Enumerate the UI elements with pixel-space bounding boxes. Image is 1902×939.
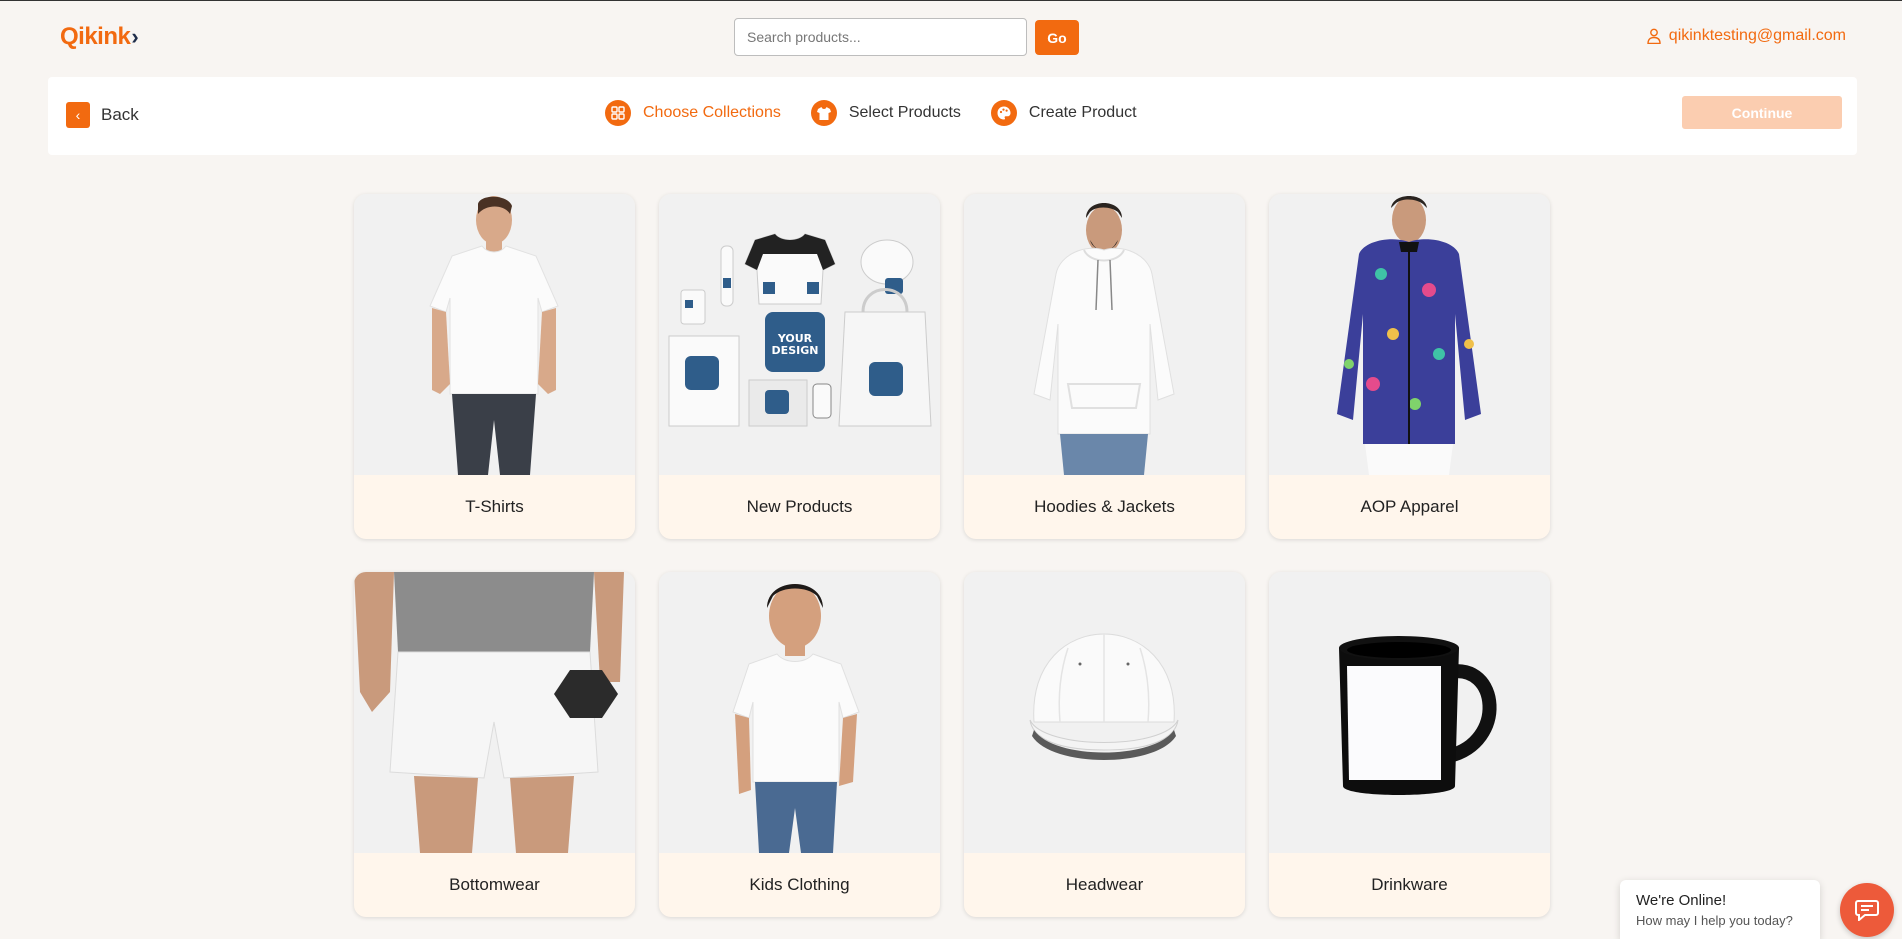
grid-icon bbox=[605, 100, 631, 126]
chat-launcher-button[interactable] bbox=[1840, 883, 1894, 937]
new-products-image: YOUR DESIGN bbox=[659, 194, 940, 475]
step-bar: ‹ Back Choose Collections Select Product… bbox=[48, 77, 1857, 155]
bottomwear-image bbox=[354, 572, 635, 853]
continue-button[interactable]: Continue bbox=[1682, 96, 1842, 129]
collection-card-drinkware[interactable]: Drinkware bbox=[1269, 572, 1550, 917]
collection-card-new-products[interactable]: YOUR DESIGN New Products bbox=[659, 194, 940, 539]
back-button[interactable]: ‹ Back bbox=[66, 102, 139, 128]
chat-subtitle: How may I help you today? bbox=[1636, 913, 1793, 928]
step-label: Create Product bbox=[1028, 104, 1137, 121]
collection-name: AOP Apparel bbox=[1360, 497, 1459, 516]
kids-clothing-image bbox=[659, 572, 940, 853]
collection-name: Bottomwear bbox=[449, 875, 540, 894]
step-label: Select Products bbox=[848, 104, 961, 121]
headwear-image bbox=[964, 572, 1245, 853]
palette-icon bbox=[990, 100, 1017, 126]
collection-name: Headwear bbox=[1065, 875, 1144, 894]
step-label: Choose Collections bbox=[643, 104, 781, 121]
tshirts-image bbox=[354, 194, 635, 475]
collection-card-hoodies-jackets[interactable]: Hoodies & Jackets bbox=[964, 194, 1245, 539]
chevron-left-icon: ‹ bbox=[66, 102, 90, 128]
account-link[interactable]: qikinktesting@gmail.com bbox=[1647, 27, 1846, 45]
collection-name: Drinkware bbox=[1371, 875, 1448, 894]
tshirt-icon bbox=[810, 100, 837, 126]
step-choose-collections[interactable]: Choose Collections bbox=[605, 100, 781, 126]
collection-card-bottomwear[interactable]: Bottomwear bbox=[354, 572, 635, 917]
collection-card-aop-apparel[interactable]: AOP Apparel bbox=[1269, 194, 1550, 539]
hoodies-image bbox=[964, 194, 1245, 475]
chat-icon bbox=[1855, 900, 1879, 921]
collection-card-tshirts[interactable]: T-Shirts bbox=[354, 194, 635, 539]
aop-apparel-image bbox=[1269, 194, 1550, 475]
stepper: Choose Collections Select Products Creat… bbox=[605, 100, 1167, 126]
user-icon bbox=[1647, 28, 1661, 44]
svg-text:DESIGN: DESIGN bbox=[772, 344, 819, 357]
step-select-products[interactable]: Select Products bbox=[810, 100, 961, 126]
collection-name: Kids Clothing bbox=[749, 875, 850, 894]
logo-text: Qikink bbox=[60, 23, 131, 50]
back-label: Back bbox=[101, 105, 139, 124]
collection-card-headwear[interactable]: Headwear bbox=[964, 572, 1245, 917]
search-input[interactable] bbox=[734, 18, 1027, 56]
drinkware-image bbox=[1269, 572, 1550, 853]
account-email: qikinktesting@gmail.com bbox=[1668, 27, 1846, 44]
collections-grid: T-Shirts YOUR DESIGN New Products Hoodie… bbox=[354, 194, 1550, 917]
collection-name: New Products bbox=[746, 497, 853, 516]
chat-greeting-bubble[interactable]: We're Online! How may I help you today? bbox=[1620, 880, 1820, 939]
chat-title: We're Online! bbox=[1636, 892, 1727, 909]
top-bar: Qikink› Go qikinktesting@gmail.com bbox=[0, 1, 1902, 73]
collection-name: Hoodies & Jackets bbox=[1034, 497, 1175, 516]
go-button[interactable]: Go bbox=[1035, 20, 1079, 55]
step-create-product[interactable]: Create Product bbox=[990, 100, 1137, 126]
qikink-logo[interactable]: Qikink › bbox=[60, 23, 139, 51]
logo-chevron: › bbox=[131, 24, 139, 49]
collection-card-kids-clothing[interactable]: Kids Clothing bbox=[659, 572, 940, 917]
collection-name: T-Shirts bbox=[465, 497, 524, 516]
